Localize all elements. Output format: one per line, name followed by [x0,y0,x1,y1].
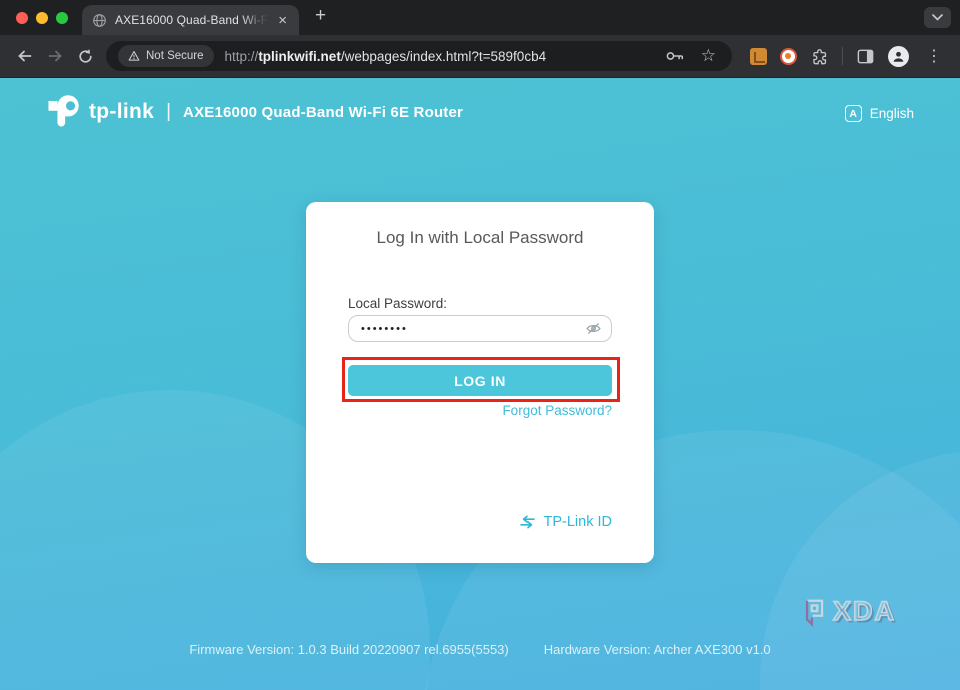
new-tab-icon[interactable]: + [315,1,326,31]
address-bar[interactable]: Not Secure http://tplinkwifi.net/webpage… [106,41,732,71]
log-in-button[interactable]: LOG IN [348,365,612,396]
hardware-version: Hardware Version: Archer AXE300 v1.0 [544,642,771,657]
language-icon: A [845,105,862,122]
xda-logo-icon [803,597,828,627]
extension-red-ring-icon[interactable] [780,48,797,65]
tp-link-id-label: TP-Link ID [544,514,613,530]
page-header: tp-link | AXE16000 Quad-Band Wi-Fi 6E Ro… [46,94,463,130]
browser-toolbar: Not Secure http://tplinkwifi.net/webpage… [0,35,960,77]
brand-separator: | [166,101,171,123]
tp-link-logo-icon [46,94,82,130]
brand-wordmark: tp-link [89,100,154,124]
url-scheme: http:// [225,49,259,64]
reload-icon[interactable] [70,41,100,71]
browser-tab[interactable]: AXE16000 Quad-Band Wi-Fi × [82,5,299,35]
tab-search-chevron-down-icon[interactable] [924,7,951,28]
back-icon[interactable] [10,41,40,71]
warning-icon [128,50,140,62]
login-card: Log In with Local Password Local Passwor… [306,202,654,563]
window-controls [0,0,82,35]
globe-favicon-icon [92,13,107,28]
maximize-window-button[interactable] [56,12,68,24]
eye-slash-icon[interactable] [585,320,602,337]
url-path: /webpages/index.html?t=589f0cb4 [341,49,546,64]
tab-title: AXE16000 Quad-Band Wi-Fi [115,13,268,27]
extension-amber-icon[interactable] [750,48,767,65]
login-card-title: Log In with Local Password [306,228,654,248]
language-selector[interactable]: A English [845,105,914,122]
router-login-page: tp-link | AXE16000 Quad-Band Wi-Fi 6E Ro… [0,78,960,690]
xda-watermark: XDA [803,596,896,627]
product-name: AXE16000 Quad-Band Wi-Fi 6E Router [183,104,463,121]
close-window-button[interactable] [16,12,28,24]
side-panel-icon[interactable] [856,47,875,66]
xda-watermark-text: XDA [833,596,896,627]
language-label: English [870,106,914,121]
swap-arrows-icon [519,515,536,529]
forgot-password-link[interactable]: Forgot Password? [502,403,612,418]
password-input[interactable] [348,315,612,342]
url-domain: tplinkwifi.net [258,49,341,64]
tab-close-icon[interactable]: × [276,13,289,28]
forward-icon[interactable] [40,41,70,71]
password-key-icon[interactable] [665,49,685,63]
profile-avatar-icon[interactable] [888,46,909,67]
password-label: Local Password: [348,296,447,311]
tp-link-id-link[interactable]: TP-Link ID [519,514,613,530]
kebab-menu-icon[interactable]: ⋮ [922,46,946,66]
not-secure-chip[interactable]: Not Secure [118,45,214,67]
password-field-wrap [348,315,612,342]
tab-strip: AXE16000 Quad-Band Wi-Fi × + [0,0,960,35]
firmware-version: Firmware Version: 1.0.3 Build 20220907 r… [189,642,508,657]
toolbar-divider [842,47,843,65]
not-secure-label: Not Secure [146,50,204,62]
bookmark-star-icon[interactable]: ☆ [697,46,720,66]
url-text: http://tplinkwifi.net/webpages/index.htm… [225,49,663,64]
page-footer: Firmware Version: 1.0.3 Build 20220907 r… [0,642,960,657]
minimize-window-button[interactable] [36,12,48,24]
extensions-puzzle-icon[interactable] [810,47,829,66]
